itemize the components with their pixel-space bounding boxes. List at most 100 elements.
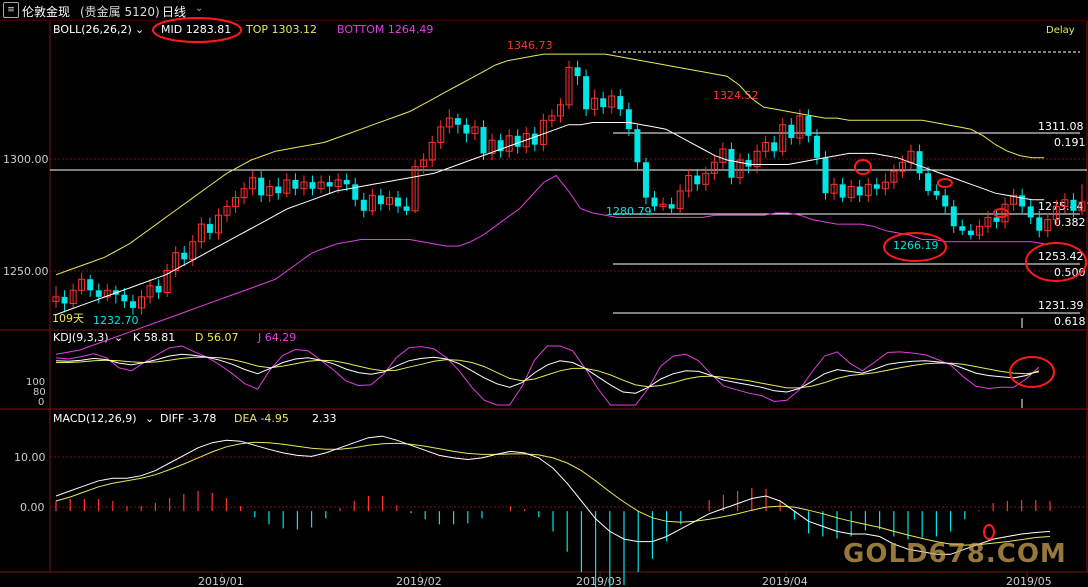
candle-body-down bbox=[805, 115, 812, 136]
candle-body-down bbox=[463, 124, 470, 134]
kdj-j-label: J 64.29 bbox=[257, 331, 296, 344]
price-tick-1250: 1250.00 bbox=[3, 265, 49, 278]
candle-body-down bbox=[574, 67, 581, 77]
candle-body-down bbox=[993, 217, 1000, 222]
boll-bottom-label: BOTTOM 1264.49 bbox=[337, 23, 433, 36]
macd-diff-label: DIFF -3.78 bbox=[160, 412, 216, 425]
candle-body-down bbox=[1070, 199, 1077, 211]
candle-body-down bbox=[292, 179, 299, 189]
candle-body-down bbox=[967, 230, 974, 236]
boll-name[interactable]: BOLL(26,26,2) bbox=[53, 23, 132, 36]
candle-body-down bbox=[454, 118, 461, 125]
high-label-1346: 1346.73 bbox=[507, 39, 553, 52]
kdj-name[interactable]: KDJ(9,3,3) bbox=[53, 331, 109, 344]
candle-body-down bbox=[514, 135, 521, 147]
macd-tick-0: 0.00 bbox=[20, 501, 45, 514]
candle-body-down bbox=[916, 151, 923, 174]
candle-body-down bbox=[181, 252, 188, 260]
chart-canvas: 1300.00 1250.00 100 80 50 20 0 10.00 0.0… bbox=[0, 17, 1088, 587]
candle-body-down bbox=[950, 206, 957, 227]
candle-body-down bbox=[87, 279, 94, 291]
kdj-k-line bbox=[55, 353, 1039, 394]
candle-body-down bbox=[352, 184, 359, 200]
candle-body-down bbox=[275, 186, 282, 194]
macd-header: MACD(12,26,9) ⌄ DIFF -3.78 DEA -4.95 2.3… bbox=[53, 412, 337, 425]
candle-body-down bbox=[668, 204, 675, 209]
kdj-lines bbox=[55, 345, 1040, 406]
candle-body-down bbox=[771, 142, 778, 152]
candle-body-down bbox=[155, 285, 162, 293]
fib-ratio-4: 0.618 bbox=[1054, 315, 1086, 328]
candle-body-down bbox=[694, 175, 701, 185]
candle-body-down bbox=[813, 135, 820, 158]
macd-lines bbox=[55, 435, 1051, 555]
candle-body-down bbox=[728, 149, 735, 178]
candle-body-down bbox=[206, 224, 213, 233]
price-tick-1300: 1300.00 bbox=[3, 153, 49, 166]
candle-body-down bbox=[403, 206, 410, 211]
candle-body-down bbox=[933, 190, 940, 196]
macd-tick-10: 10.00 bbox=[14, 451, 46, 464]
fib-price-2: 1275.44 bbox=[1038, 200, 1084, 213]
candle-body-down bbox=[1036, 217, 1043, 231]
annotation-ellipse-small-2 bbox=[937, 178, 953, 188]
candle-body-down bbox=[343, 179, 350, 185]
macd-dropdown-icon[interactable]: ⌄ bbox=[145, 412, 154, 425]
candle-body-down bbox=[309, 182, 316, 189]
candle-body-down bbox=[583, 76, 590, 110]
annotation-ellipse-macd bbox=[983, 524, 995, 540]
macd-dea-label: DEA -4.95 bbox=[234, 412, 289, 425]
kdj-j-line bbox=[55, 345, 1040, 406]
boll-dropdown-icon[interactable]: ⌄ bbox=[135, 23, 144, 36]
candle-body-down bbox=[1019, 195, 1026, 207]
candle-body-down bbox=[258, 177, 265, 196]
fib-price-1: 1311.08 bbox=[1038, 120, 1084, 133]
candle-body-down bbox=[395, 197, 401, 207]
delay-label: Delay bbox=[1046, 25, 1075, 36]
kdj-header: KDJ(9,3,3) ⌄ K 58.81 D 56.07 J 64.29 bbox=[53, 331, 296, 344]
candle-body-down bbox=[1027, 206, 1034, 218]
fib-ratio-2: 0.382 bbox=[1054, 216, 1086, 229]
kdj-d-line bbox=[56, 356, 1039, 389]
date-label-mar: 2019/03 bbox=[576, 575, 622, 587]
kdj-tick-0: 0 bbox=[38, 397, 44, 408]
candle-body-down bbox=[959, 226, 966, 231]
low-label-1280: 1280.79 bbox=[606, 205, 652, 218]
candle-body-down bbox=[121, 294, 128, 302]
candle-body-down bbox=[360, 199, 367, 211]
macd-value-label: 2.33 bbox=[312, 412, 337, 425]
annotation-ellipse-kdj bbox=[1009, 356, 1055, 388]
date-label-jan: 2019/01 bbox=[198, 575, 244, 587]
boll-bottom-line bbox=[55, 174, 1045, 355]
candle-body-down bbox=[925, 173, 932, 191]
candle-body-down bbox=[822, 157, 829, 194]
boll-mid-label: MID 1283.81 bbox=[161, 23, 231, 36]
candle-body-down bbox=[942, 195, 949, 207]
candle-body-down bbox=[600, 98, 607, 108]
candle-body-down bbox=[129, 301, 136, 308]
candle-body-down bbox=[788, 124, 795, 138]
date-label-may: 2019/05 bbox=[1006, 575, 1052, 587]
candle-body-down bbox=[61, 296, 68, 304]
date-axis: 2019/01 2019/02 2019/03 2019/04 2019/05 bbox=[198, 572, 1052, 587]
fib-price-3: 1253.42 bbox=[1038, 250, 1084, 263]
fib-price-4: 1231.39 bbox=[1038, 299, 1084, 312]
candle-body-down bbox=[873, 184, 880, 189]
date-label-feb: 2019/02 bbox=[396, 575, 442, 587]
panel-borders bbox=[0, 21, 1088, 573]
candle-body-down bbox=[326, 182, 333, 187]
candle-body-down bbox=[617, 96, 624, 110]
low-label-1266: 1266.19 bbox=[893, 239, 939, 252]
date-label-apr: 2019/04 bbox=[762, 575, 808, 587]
macd-diff-line bbox=[55, 435, 1051, 555]
candle-body-down bbox=[634, 129, 641, 163]
candle-body-down bbox=[839, 184, 846, 198]
candle-body-down bbox=[377, 195, 384, 205]
annotation-ellipse-small-1 bbox=[854, 159, 872, 175]
high-label-1324: 1324.52 bbox=[713, 89, 759, 102]
candle-body-down bbox=[531, 133, 538, 145]
low-label-1232: 1232.70 bbox=[93, 314, 139, 327]
kdj-d-label: D 56.07 bbox=[195, 331, 238, 344]
macd-name[interactable]: MACD(12,26,9) bbox=[53, 412, 137, 425]
watermark: GOLD678.COM bbox=[843, 539, 1067, 569]
